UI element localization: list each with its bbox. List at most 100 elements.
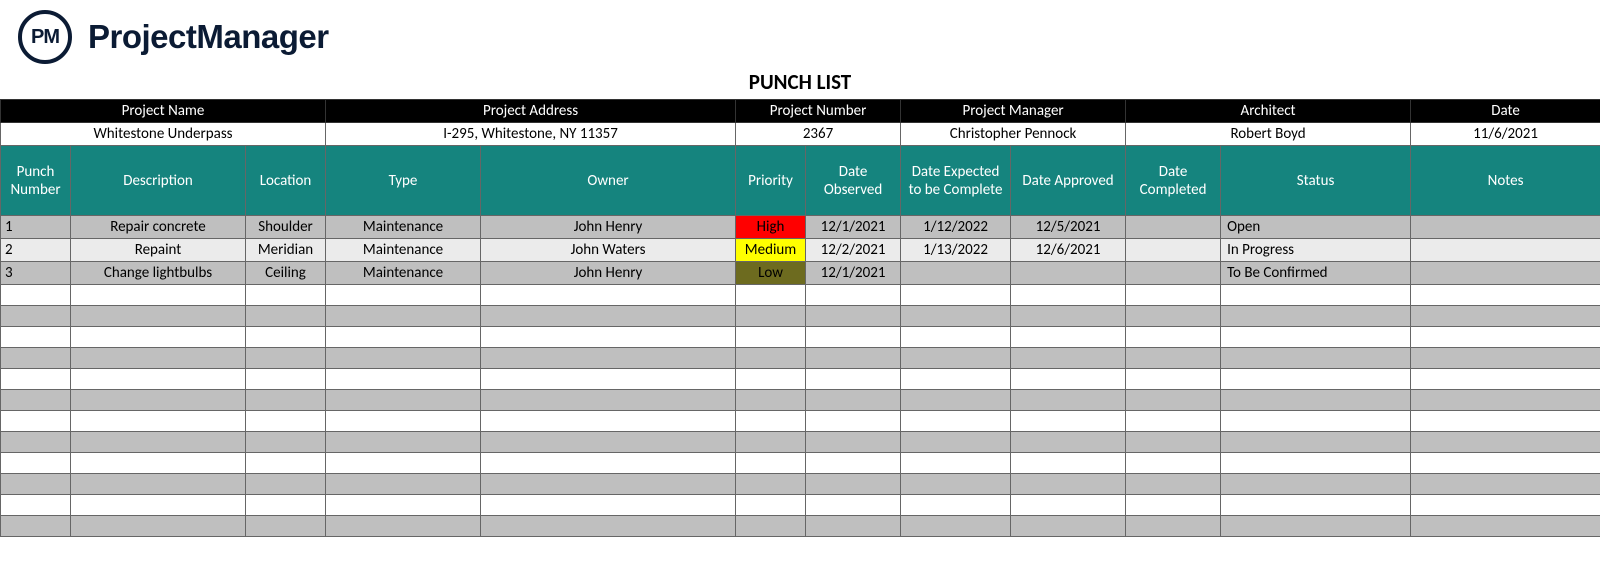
cell-date-observed[interactable]: 12/1/2021	[806, 216, 901, 239]
empty-cell[interactable]	[1, 474, 71, 495]
empty-cell[interactable]	[1011, 516, 1126, 537]
cell-location[interactable]: Shoulder	[246, 216, 326, 239]
cell-priority[interactable]: Medium	[736, 239, 806, 262]
empty-cell[interactable]	[1126, 474, 1221, 495]
cell-description[interactable]: Repaint	[71, 239, 246, 262]
empty-cell[interactable]	[736, 390, 806, 411]
empty-cell[interactable]	[1, 285, 71, 306]
cell-punch-number[interactable]: 2	[1, 239, 71, 262]
empty-cell[interactable]	[1221, 474, 1411, 495]
empty-cell[interactable]	[736, 495, 806, 516]
empty-cell[interactable]	[326, 369, 481, 390]
empty-cell[interactable]	[1, 411, 71, 432]
empty-cell[interactable]	[326, 390, 481, 411]
empty-cell[interactable]	[71, 432, 246, 453]
empty-cell[interactable]	[1011, 411, 1126, 432]
empty-cell[interactable]	[246, 453, 326, 474]
empty-cell[interactable]	[326, 306, 481, 327]
empty-cell[interactable]	[736, 327, 806, 348]
empty-cell[interactable]	[1126, 285, 1221, 306]
empty-cell[interactable]	[1221, 348, 1411, 369]
empty-cell[interactable]	[1011, 453, 1126, 474]
cell-date-completed[interactable]	[1126, 239, 1221, 262]
empty-cell[interactable]	[806, 453, 901, 474]
empty-cell[interactable]	[1411, 327, 1600, 348]
empty-cell[interactable]	[326, 285, 481, 306]
empty-cell[interactable]	[246, 348, 326, 369]
empty-cell[interactable]	[481, 432, 736, 453]
empty-cell[interactable]	[1221, 453, 1411, 474]
value-project-number[interactable]: 2367	[736, 123, 901, 146]
cell-owner[interactable]: John Waters	[481, 239, 736, 262]
cell-type[interactable]: Maintenance	[326, 216, 481, 239]
empty-cell[interactable]	[1126, 369, 1221, 390]
empty-cell[interactable]	[246, 390, 326, 411]
empty-cell[interactable]	[481, 516, 736, 537]
empty-cell[interactable]	[481, 327, 736, 348]
empty-cell[interactable]	[1126, 495, 1221, 516]
empty-cell[interactable]	[71, 474, 246, 495]
empty-cell[interactable]	[1, 432, 71, 453]
cell-priority[interactable]: High	[736, 216, 806, 239]
empty-cell[interactable]	[901, 495, 1011, 516]
empty-cell[interactable]	[1126, 306, 1221, 327]
empty-cell[interactable]	[806, 348, 901, 369]
empty-cell[interactable]	[1, 495, 71, 516]
empty-cell[interactable]	[71, 495, 246, 516]
empty-cell[interactable]	[1, 348, 71, 369]
empty-cell[interactable]	[806, 432, 901, 453]
empty-cell[interactable]	[736, 306, 806, 327]
empty-cell[interactable]	[1011, 474, 1126, 495]
empty-cell[interactable]	[1011, 432, 1126, 453]
empty-cell[interactable]	[806, 285, 901, 306]
cell-owner[interactable]: John Henry	[481, 216, 736, 239]
empty-cell[interactable]	[1126, 411, 1221, 432]
empty-cell[interactable]	[246, 432, 326, 453]
empty-cell[interactable]	[481, 474, 736, 495]
empty-cell[interactable]	[326, 348, 481, 369]
cell-date-approved[interactable]	[1011, 262, 1126, 285]
empty-cell[interactable]	[246, 369, 326, 390]
cell-date-completed[interactable]	[1126, 216, 1221, 239]
empty-cell[interactable]	[736, 474, 806, 495]
empty-cell[interactable]	[1, 516, 71, 537]
cell-punch-number[interactable]: 1	[1, 216, 71, 239]
empty-cell[interactable]	[1411, 432, 1600, 453]
cell-location[interactable]: Meridian	[246, 239, 326, 262]
empty-cell[interactable]	[806, 390, 901, 411]
empty-cell[interactable]	[806, 369, 901, 390]
empty-cell[interactable]	[1011, 390, 1126, 411]
empty-cell[interactable]	[71, 306, 246, 327]
value-date[interactable]: 11/6/2021	[1411, 123, 1600, 146]
value-project-address[interactable]: I-295, Whitestone, NY 11357	[326, 123, 736, 146]
cell-date-approved[interactable]: 12/5/2021	[1011, 216, 1126, 239]
empty-cell[interactable]	[1011, 327, 1126, 348]
empty-cell[interactable]	[806, 327, 901, 348]
empty-cell[interactable]	[1221, 432, 1411, 453]
empty-cell[interactable]	[1221, 390, 1411, 411]
cell-type[interactable]: Maintenance	[326, 262, 481, 285]
empty-cell[interactable]	[246, 327, 326, 348]
empty-cell[interactable]	[326, 327, 481, 348]
cell-status[interactable]: In Progress	[1221, 239, 1411, 262]
empty-cell[interactable]	[246, 411, 326, 432]
empty-cell[interactable]	[1411, 411, 1600, 432]
empty-cell[interactable]	[1221, 327, 1411, 348]
empty-cell[interactable]	[901, 411, 1011, 432]
cell-date-observed[interactable]: 12/2/2021	[806, 239, 901, 262]
empty-cell[interactable]	[901, 516, 1011, 537]
empty-cell[interactable]	[1411, 474, 1600, 495]
empty-cell[interactable]	[736, 453, 806, 474]
empty-cell[interactable]	[1126, 516, 1221, 537]
empty-cell[interactable]	[326, 495, 481, 516]
empty-cell[interactable]	[1011, 348, 1126, 369]
empty-cell[interactable]	[71, 285, 246, 306]
empty-cell[interactable]	[71, 516, 246, 537]
empty-cell[interactable]	[481, 348, 736, 369]
cell-date-observed[interactable]: 12/1/2021	[806, 262, 901, 285]
empty-cell[interactable]	[1126, 432, 1221, 453]
empty-cell[interactable]	[901, 327, 1011, 348]
empty-cell[interactable]	[736, 516, 806, 537]
empty-cell[interactable]	[1, 453, 71, 474]
value-project-name[interactable]: Whitestone Underpass	[1, 123, 326, 146]
